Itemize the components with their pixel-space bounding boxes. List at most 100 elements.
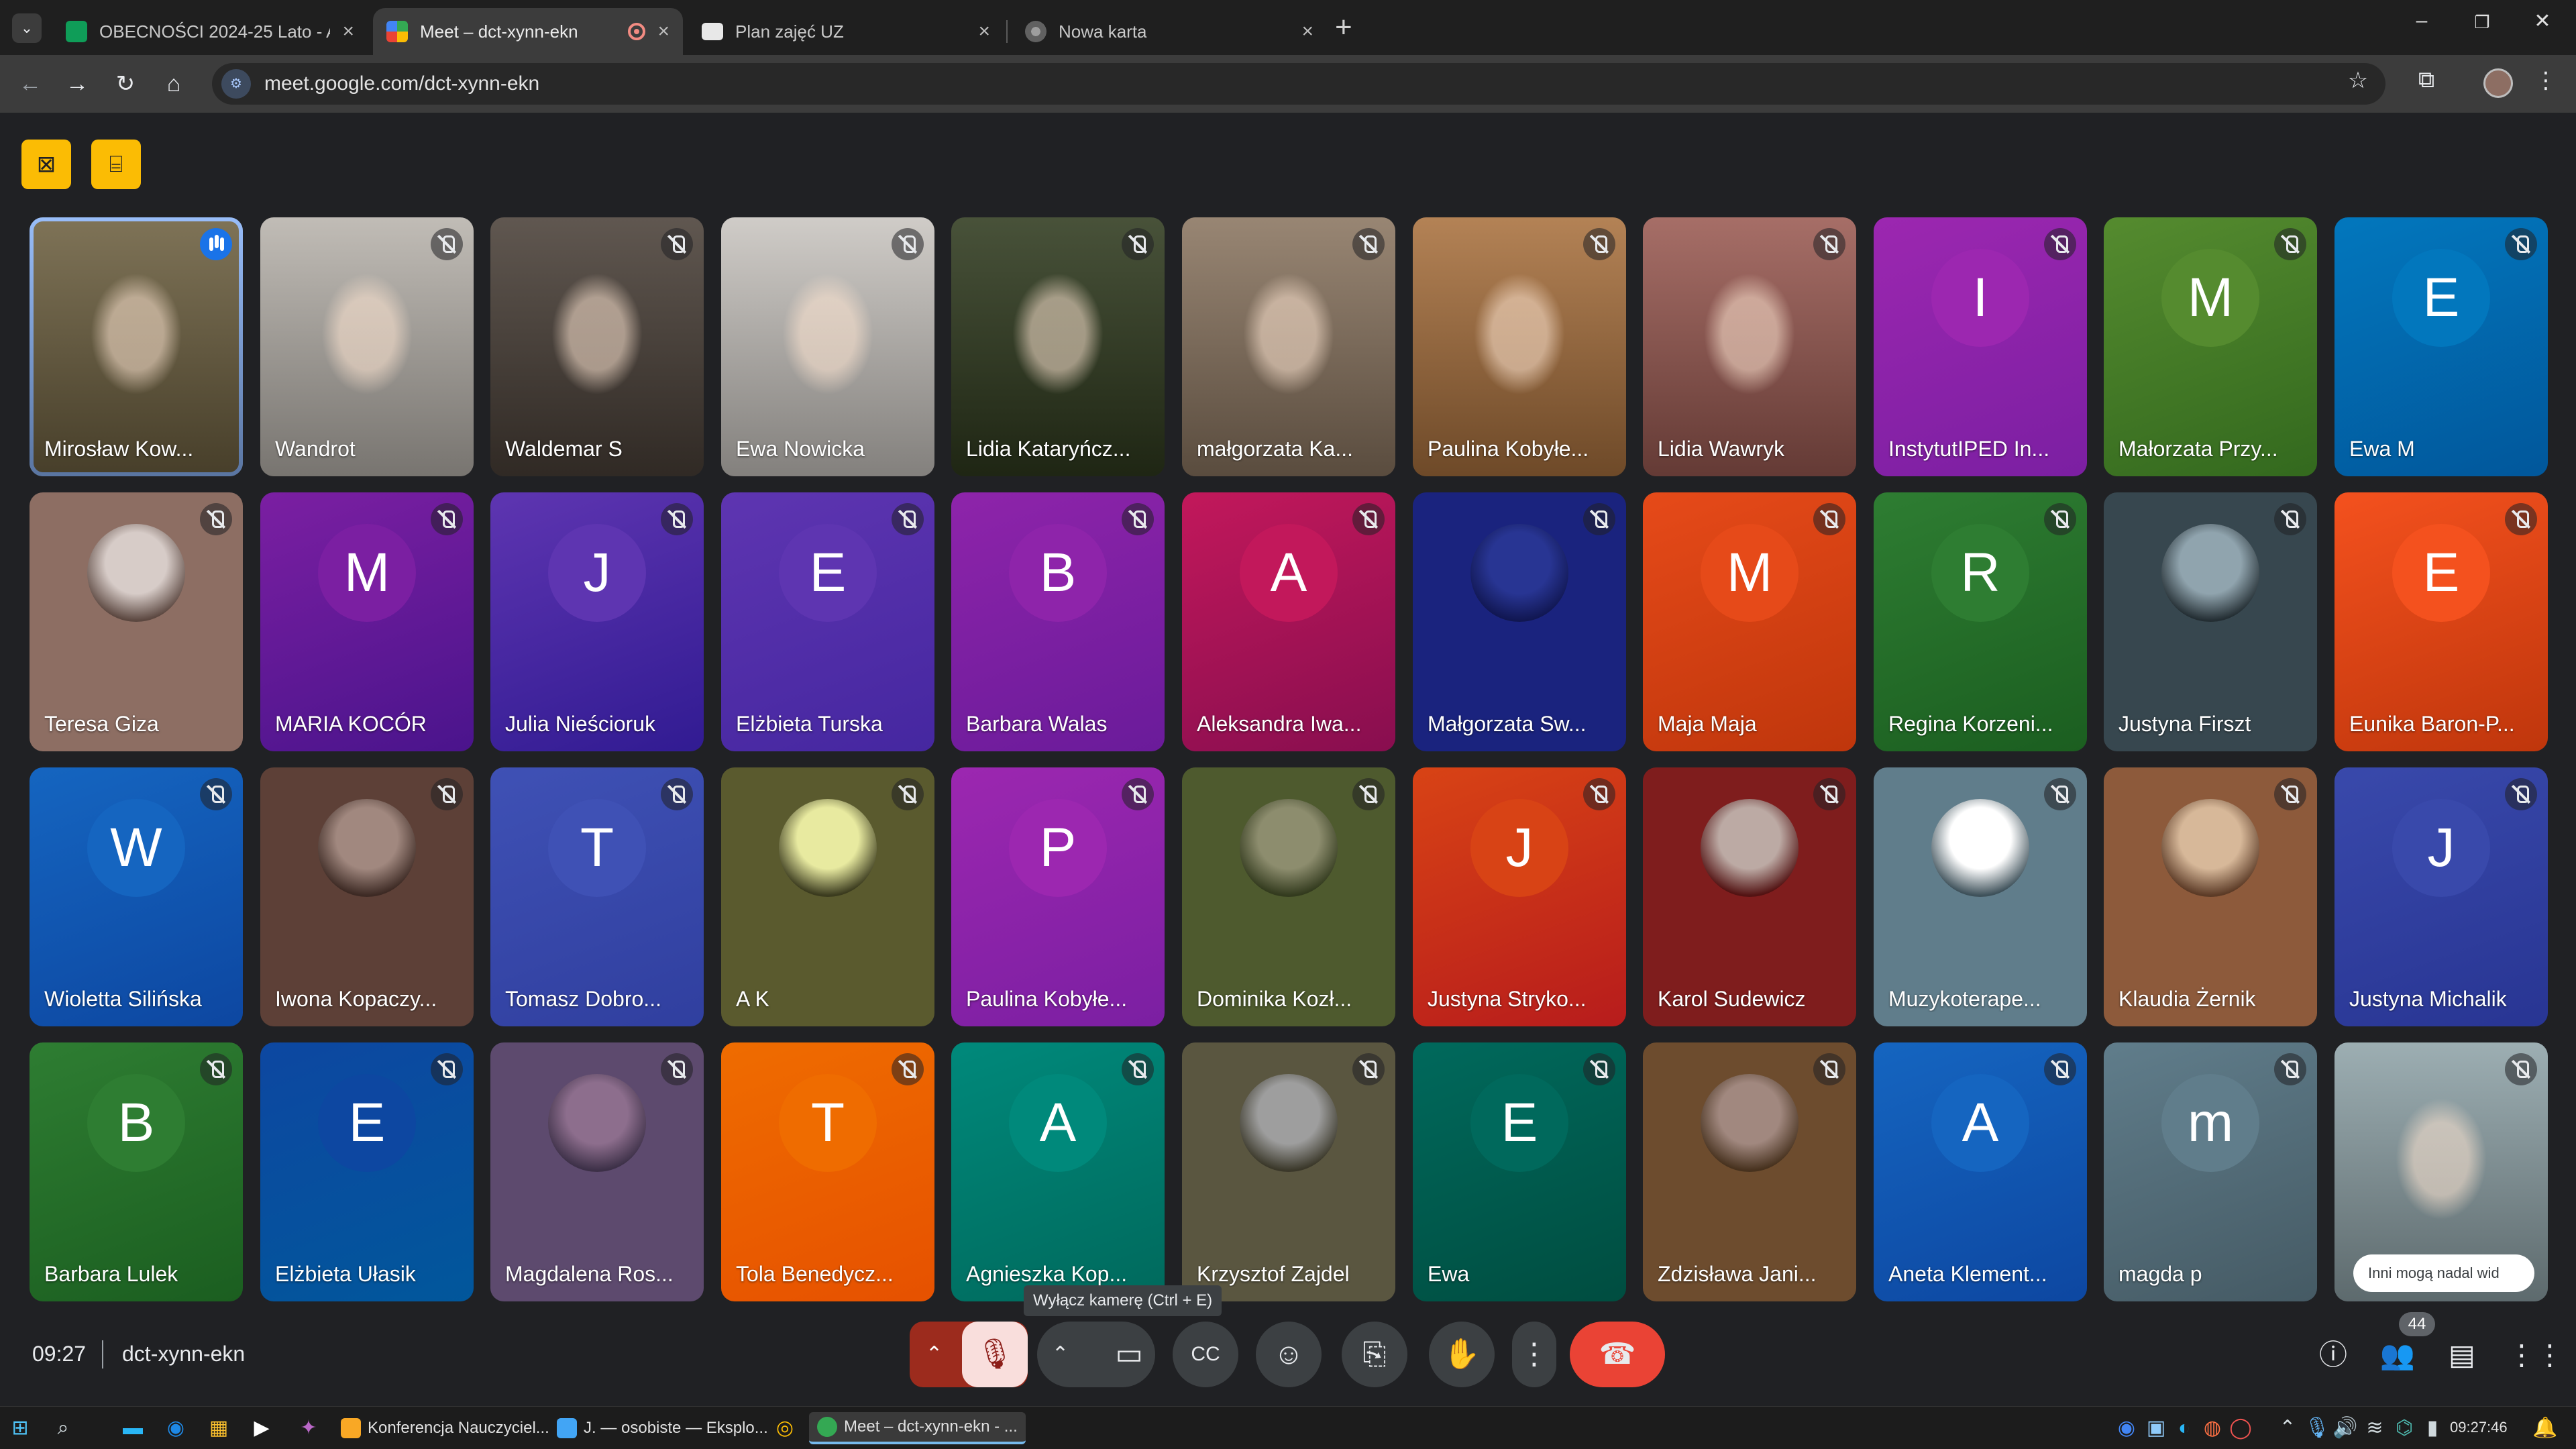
- site-info-icon[interactable]: ⚙: [221, 69, 251, 99]
- close-icon[interactable]: ×: [342, 20, 354, 43]
- participant-tile[interactable]: E Elżbieta Ułasik: [260, 1042, 474, 1301]
- tab-plan-zajec[interactable]: Plan zajęć UZ ×: [688, 8, 1004, 55]
- participant-tile[interactable]: małgorzata Ka...: [1182, 217, 1395, 476]
- participant-tile[interactable]: Justyna Firszt: [2104, 492, 2317, 751]
- tab-obecnosci[interactable]: OBECNOŚCI 2024-25 Lato - Ark ×: [52, 8, 368, 55]
- participant-tile[interactable]: M MARIA KOCÓR: [260, 492, 474, 751]
- tray-edge-icon[interactable]: ◐: [2171, 1415, 2198, 1442]
- browser-menu-icon[interactable]: ⋮: [2529, 67, 2563, 94]
- tray-firefox-icon[interactable]: ◍: [2199, 1415, 2226, 1442]
- tray-app-icon[interactable]: ▣: [2143, 1415, 2169, 1442]
- reload-icon[interactable]: ↻: [109, 67, 142, 101]
- participant-tile[interactable]: R Regina Korzeni...: [1874, 492, 2087, 751]
- companion-mode-icon[interactable]: ⌸: [91, 140, 141, 189]
- participant-tile[interactable]: I InstytutIPED In...: [1874, 217, 2087, 476]
- wifi-icon[interactable]: ≋: [2361, 1415, 2388, 1442]
- participant-tile[interactable]: Lidia Kataryńcz...: [951, 217, 1165, 476]
- meeting-details-info-icon[interactable]: ⓘ: [2313, 1335, 2353, 1375]
- tab-meet[interactable]: Meet – dct-xynn-ekn ×: [373, 8, 683, 55]
- hide-tiles-icon[interactable]: ⊠: [21, 140, 71, 189]
- participant-tile[interactable]: B Barbara Lulek: [30, 1042, 243, 1301]
- tab-nowa-karta[interactable]: Nowa karta ×: [1012, 8, 1327, 55]
- people-icon[interactable]: 👥: [2377, 1335, 2418, 1375]
- chrome-icon[interactable]: ◎: [771, 1415, 798, 1442]
- participant-tile[interactable]: J Justyna Michalik: [2334, 767, 2548, 1026]
- participant-tile[interactable]: E Ewa M: [2334, 217, 2548, 476]
- participant-tile[interactable]: Dominika Kozł...: [1182, 767, 1395, 1026]
- forward-arrow-icon[interactable]: →: [60, 67, 94, 101]
- more-options-button[interactable]: ⋮: [1512, 1322, 1556, 1387]
- tray-opera-icon[interactable]: ◯: [2227, 1415, 2254, 1442]
- participant-tile[interactable]: A K: [721, 767, 934, 1026]
- volume-icon[interactable]: 🔊: [2332, 1415, 2359, 1442]
- participant-tile[interactable]: P Paulina Kobyłe...: [951, 767, 1165, 1026]
- self-view-tile[interactable]: Inni mogą nadal wid: [2334, 1042, 2548, 1301]
- close-icon[interactable]: ×: [1301, 20, 1313, 43]
- tab-search-chevron-icon[interactable]: ⌄: [12, 13, 42, 43]
- participant-tile[interactable]: A Aneta Klement...: [1874, 1042, 2087, 1301]
- participant-tile[interactable]: T Tola Benedycz...: [721, 1042, 934, 1301]
- taskbar-app-explorer-konferencja[interactable]: Konferencja Nauczyciel...: [333, 1412, 557, 1444]
- home-icon[interactable]: ⌂: [157, 67, 191, 101]
- participant-tile[interactable]: Muzykoterape...: [1874, 767, 2087, 1026]
- participant-tile[interactable]: E Ewa: [1413, 1042, 1626, 1301]
- participant-tile[interactable]: T Tomasz Dobro...: [490, 767, 704, 1026]
- participant-tile[interactable]: Zdzisława Jani...: [1643, 1042, 1856, 1301]
- participant-tile[interactable]: Krzysztof Zajdel: [1182, 1042, 1395, 1301]
- camera-options-chevron-icon[interactable]: ⌃: [1052, 1322, 1069, 1387]
- address-bar[interactable]: ⚙ meet.google.com/dct-xynn-ekn: [212, 63, 2385, 105]
- raise-hand-button[interactable]: ✋: [1429, 1322, 1495, 1387]
- participant-tile[interactable]: B Barbara Walas: [951, 492, 1165, 751]
- participant-tile[interactable]: Teresa Giza: [30, 492, 243, 751]
- battery-icon[interactable]: ▮: [2419, 1415, 2446, 1442]
- tray-chrome-icon[interactable]: ◉: [2113, 1415, 2140, 1442]
- participant-tile[interactable]: A Aleksandra Iwa...: [1182, 492, 1395, 751]
- participant-tile[interactable]: Paulina Kobyłe...: [1413, 217, 1626, 476]
- window-close-icon[interactable]: ✕: [2522, 9, 2563, 33]
- mic-off-icon[interactable]: 🎙: [962, 1322, 1028, 1387]
- participant-tile[interactable]: Mirosław Kow...: [30, 217, 243, 476]
- tray-microphone-icon[interactable]: 🎙: [2304, 1415, 2330, 1442]
- present-button[interactable]: ⎘: [1342, 1322, 1407, 1387]
- participant-tile[interactable]: Lidia Wawryk: [1643, 217, 1856, 476]
- extensions-puzzle-icon[interactable]: ⧉: [2410, 67, 2443, 93]
- bookmark-star-icon[interactable]: ☆: [2341, 67, 2375, 94]
- participant-tile[interactable]: A Agnieszka Kop...: [951, 1042, 1165, 1301]
- participant-tile[interactable]: M Małorzata Przy...: [2104, 217, 2317, 476]
- participant-tile[interactable]: J Justyna Stryko...: [1413, 767, 1626, 1026]
- participant-tile[interactable]: Ewa Nowicka: [721, 217, 934, 476]
- close-icon[interactable]: ×: [978, 20, 990, 43]
- captions-button[interactable]: CC: [1173, 1322, 1238, 1387]
- copilot-icon[interactable]: ✦: [295, 1415, 322, 1442]
- restore-icon[interactable]: ❐: [2462, 12, 2502, 33]
- participant-tile[interactable]: m magda p: [2104, 1042, 2317, 1301]
- notification-bell-icon[interactable]: 🔔: [2532, 1415, 2559, 1442]
- mic-options-chevron-icon[interactable]: ⌃: [926, 1322, 943, 1387]
- participant-tile[interactable]: M Maja Maja: [1643, 492, 1856, 751]
- activities-grid-icon[interactable]: ⋮⋮: [2508, 1335, 2564, 1375]
- edge-icon[interactable]: ◉: [162, 1415, 189, 1442]
- participant-tile[interactable]: Wandrot: [260, 217, 474, 476]
- new-tab-plus-icon[interactable]: +: [1335, 11, 1352, 44]
- participant-tile[interactable]: Magdalena Ros...: [490, 1042, 704, 1301]
- participant-tile[interactable]: E Elżbieta Turska: [721, 492, 934, 751]
- leave-call-button[interactable]: ☎: [1570, 1322, 1665, 1387]
- participant-tile[interactable]: Waldemar S: [490, 217, 704, 476]
- chat-icon[interactable]: ▤: [2442, 1335, 2482, 1375]
- reactions-button[interactable]: ☺: [1256, 1322, 1322, 1387]
- participant-tile[interactable]: Iwona Kopaczy...: [260, 767, 474, 1026]
- tray-overflow-chevron-icon[interactable]: ⌃: [2274, 1415, 2301, 1442]
- desktop-icon[interactable]: ▬: [119, 1415, 146, 1442]
- camera-toggle[interactable]: ⌃ ▭: [1037, 1322, 1155, 1387]
- participant-tile[interactable]: Klaudia Żernik: [2104, 767, 2317, 1026]
- store-icon[interactable]: ▦: [205, 1415, 232, 1442]
- participant-tile[interactable]: Karol Sudewicz: [1643, 767, 1856, 1026]
- back-arrow-icon[interactable]: ←: [13, 67, 47, 101]
- microphone-toggle[interactable]: ⌃ 🎙: [910, 1322, 1028, 1387]
- minimize-icon[interactable]: –: [2402, 9, 2442, 32]
- windows-start-icon[interactable]: ⊞: [7, 1415, 34, 1442]
- media-player-icon[interactable]: ▶: [248, 1415, 275, 1442]
- taskbar-app-meet[interactable]: Meet – dct-xynn-ekn - ...: [809, 1412, 1026, 1444]
- profile-avatar[interactable]: [2483, 68, 2513, 98]
- participant-tile[interactable]: E Eunika Baron-P...: [2334, 492, 2548, 751]
